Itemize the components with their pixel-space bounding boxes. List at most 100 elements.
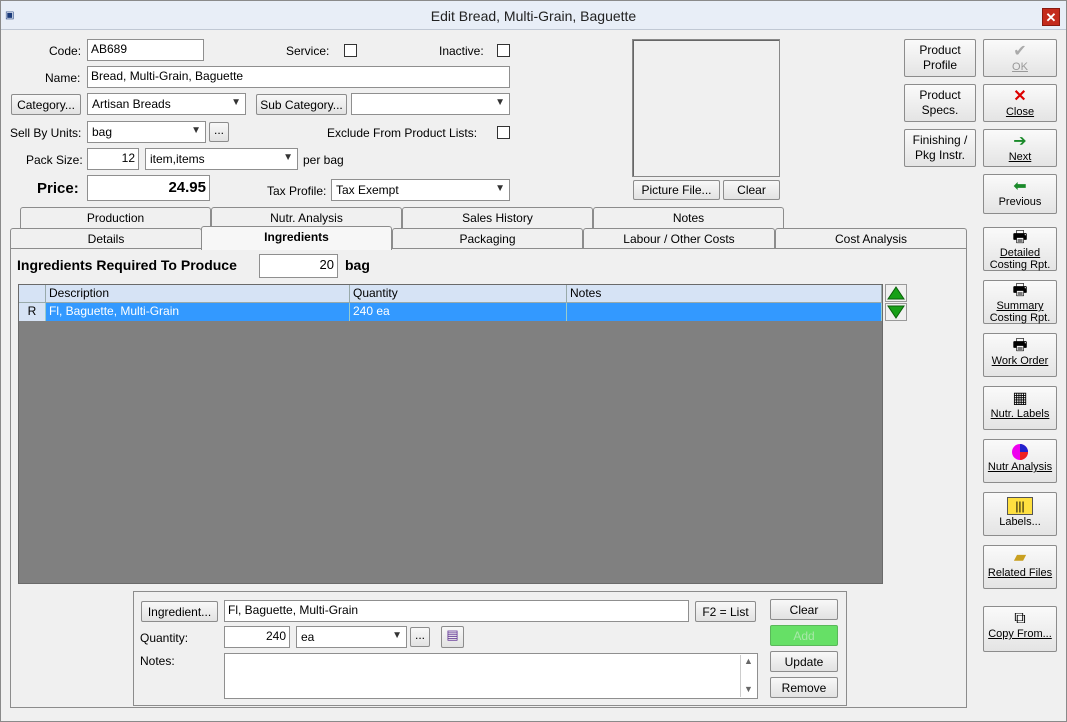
nutr-analysis-label: Nutr Analysis [987,461,1053,473]
labels-label: Labels... [999,516,1041,528]
ingredient-input[interactable]: Fl, Baguette, Multi-Grain [224,600,689,622]
folder-icon: ▰ [1013,549,1027,566]
previous-label: Previous [998,196,1042,208]
quantity-input[interactable]: 240 [224,626,290,648]
tab-labour-other-costs[interactable]: Labour / Other Costs [583,228,775,249]
name-label: Name: [45,71,81,85]
notes-label: Notes: [140,654,175,668]
product-profile-line1: Product [919,43,961,57]
f2-list-button[interactable]: F2 = List [695,601,756,622]
code-label: Code: [49,44,82,58]
nutr-analysis-button[interactable]: Nutr Analysis [983,439,1057,483]
table-row[interactable]: R Fl, Baguette, Multi-Grain 240 ea [19,303,882,321]
price-input[interactable]: 24.95 [87,175,210,201]
category-select[interactable]: Artisan Breads ▼ [87,93,246,115]
update-button[interactable]: Update [770,651,838,672]
product-picture [632,39,780,177]
product-specs-button[interactable]: Product Specs. [904,84,976,122]
previous-button[interactable]: ⬅ Previous [983,174,1057,214]
sell-by-browse-button[interactable]: ... [209,122,229,142]
printer-icon: 🖶 [1012,282,1028,299]
close-button[interactable]: ✕ Close [983,84,1057,122]
detailed-costing-button[interactable]: 🖶 Detailed Costing Rpt. [983,227,1057,271]
grid-head-notes[interactable]: Notes [567,285,882,303]
pack-unit-value: item,items [150,152,205,166]
produce-label: Ingredients Required To Produce [17,257,237,273]
finishing-button[interactable]: Finishing / Pkg Instr. [904,129,976,167]
notes-textarea[interactable] [224,653,758,699]
picture-clear-button[interactable]: Clear [723,180,780,200]
quantity-label: Quantity: [140,631,189,645]
ok-button[interactable]: ✔ OK [983,39,1057,77]
category-button[interactable]: Category... [11,94,81,115]
ingredient-button[interactable]: Ingredient... [141,601,218,622]
tab-nutr-analysis[interactable]: Nutr. Analysis [211,207,402,228]
chevron-down-icon: ▼ [283,152,293,163]
produce-qty-input[interactable]: 20 [259,254,338,278]
product-profile-button[interactable]: Product Profile [904,39,976,77]
copy-from-label: Copy From... [988,628,1052,640]
printer-icon: 🖶 [1012,229,1028,246]
row-description: Fl, Baguette, Multi-Grain [46,303,350,321]
tab-details[interactable]: Details [10,228,202,249]
tab-packaging[interactable]: Packaging [392,228,583,249]
nutr-labels-button[interactable]: ▦ Nutr. Labels [983,386,1057,430]
tab-sales-history[interactable]: Sales History [402,207,593,228]
pack-size-input[interactable]: 12 [87,148,139,170]
grid-head-description[interactable]: Description [46,285,350,303]
previous-record-icon: ⬅ [1013,178,1027,195]
add-button[interactable]: Add [770,625,838,646]
tab-production[interactable]: Production [20,207,211,228]
barcode-icon: ||| [1007,497,1033,515]
unit-browse-button[interactable]: ... [410,627,430,647]
next-record-icon: ➔ [1013,133,1027,150]
move-down-button[interactable] [885,303,907,321]
picture-file-button[interactable]: Picture File... [633,180,720,200]
grid-head-quantity[interactable]: Quantity [350,285,567,303]
printer-icon: 🖶 [1012,337,1028,354]
work-order-button[interactable]: 🖶 Work Order [983,333,1057,377]
exclude-label: Exclude From Product Lists: [327,126,478,140]
related-files-label: Related Files [987,567,1053,579]
summary-line1: Summary [996,300,1044,312]
editor-clear-button[interactable]: Clear [770,599,838,620]
labels-button[interactable]: ||| Labels... [983,492,1057,536]
related-files-button[interactable]: ▰ Related Files [983,545,1057,589]
quantity-unit-select[interactable]: ea ▼ [296,626,407,648]
tab-cost-analysis[interactable]: Cost Analysis [775,228,967,249]
move-up-button[interactable] [885,284,907,302]
copy-icon: ⧉ [1014,610,1026,627]
name-input[interactable]: Bread, Multi-Grain, Baguette [87,66,510,88]
sub-category-button[interactable]: Sub Category... [256,94,347,115]
nutr-labels-label: Nutr. Labels [990,408,1050,420]
tab-ingredients[interactable]: Ingredients [201,226,392,250]
window-close-button[interactable]: ✕ [1042,8,1060,26]
grid-head-marker [19,285,46,303]
quantity-unit-value: ea [301,630,315,644]
code-input[interactable]: AB689 [87,39,204,61]
recipe-lookup-button[interactable]: ▤ [441,626,464,648]
chevron-down-icon: ▼ [495,183,505,194]
next-button[interactable]: ➔ Next [983,129,1057,167]
exclude-checkbox[interactable] [497,126,510,139]
ingredients-grid[interactable]: Description Quantity Notes R Fl, Baguett… [18,284,883,584]
summary-costing-button[interactable]: 🖶 Summary Costing Rpt. [983,280,1057,324]
service-checkbox[interactable] [344,44,357,57]
product-specs-line1: Product [919,88,961,102]
tax-profile-select[interactable]: Tax Exempt ▼ [331,179,510,201]
product-profile-line2: Profile [922,58,957,72]
price-label: Price: [37,180,79,197]
copy-from-button[interactable]: ⧉ Copy From... [983,606,1057,652]
pack-unit-select[interactable]: item,items ▼ [145,148,298,170]
scroll-down-icon: ▼ [744,684,753,694]
sub-category-select[interactable]: ▼ [351,93,510,115]
tab-notes[interactable]: Notes [593,207,784,228]
window-title: Edit Bread, Multi-Grain, Baguette [430,8,637,24]
book-stack-icon: ▤ [446,627,459,642]
work-order-label: Work Order [991,355,1049,367]
sell-by-select[interactable]: bag ▼ [87,121,206,143]
inactive-checkbox[interactable] [497,44,510,57]
remove-button[interactable]: Remove [770,677,838,698]
title-bar: ▣ Edit Bread, Multi-Grain, Baguette ✕ [1,1,1066,30]
notes-scrollbar[interactable]: ▲ ▼ [740,655,756,697]
